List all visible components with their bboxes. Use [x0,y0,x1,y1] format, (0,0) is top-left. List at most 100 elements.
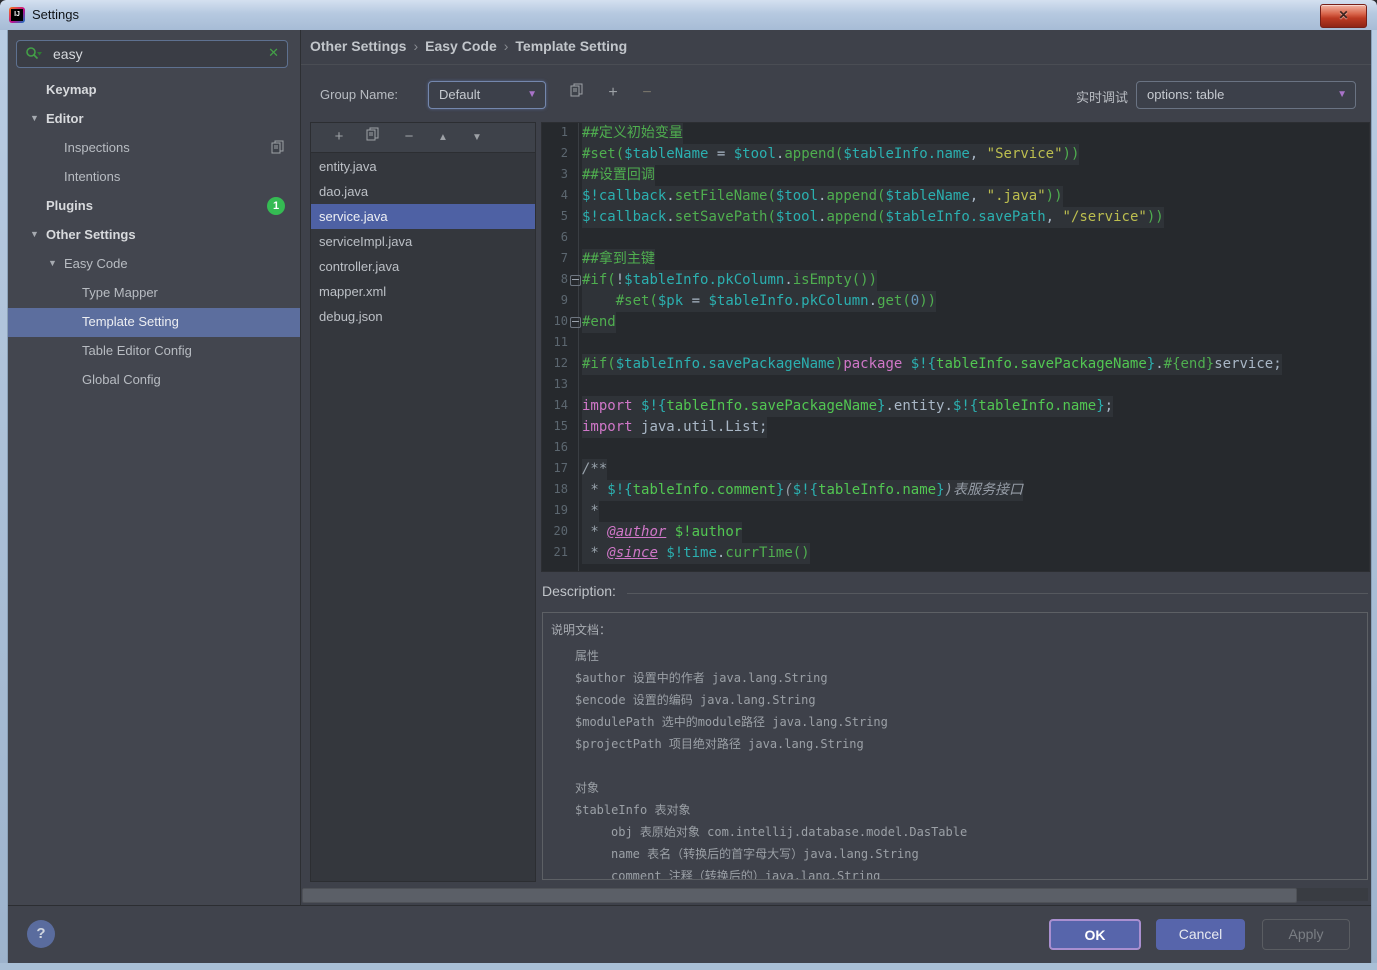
debug-target-select[interactable]: options: table ▼ [1136,81,1356,109]
line-number: 14 [553,398,568,412]
help-button[interactable]: ? [27,920,55,948]
code-line[interactable]: 16 [542,438,1369,459]
move-up-icon[interactable]: ▲ [431,126,455,148]
code-line[interactable]: 12 #if($tableInfo.savePackageName)package… [542,354,1369,375]
horizontal-scrollbar-thumb[interactable] [302,888,1297,903]
remove-template-icon[interactable]: − [397,126,421,148]
settings-search-box[interactable]: ✕ [16,40,288,68]
description-line: 说明文档： [551,623,612,637]
breadcrumb-item-easy-code[interactable]: Easy Code [425,38,497,54]
template-item-service-java[interactable]: service.java [311,204,535,229]
code-line[interactable]: 3 ##设置回调 [542,165,1369,186]
code-line[interactable]: 17 /** [542,459,1369,480]
line-number: 21 [553,545,568,559]
code-line[interactable]: 4 $!callback.setFileName($tool.append($ta… [542,186,1369,207]
sidebar-item-label: Editor [46,111,84,126]
code-line[interactable]: 9 #set($pk = $tableInfo.pkColumn.get(0)) [542,291,1369,312]
title-bar[interactable]: IJ Settings ✕ [0,0,1377,31]
sidebar-item-keymap[interactable]: Keymap [7,76,300,105]
sidebar-item-easy-code[interactable]: ▼ Easy Code [7,250,300,279]
close-button[interactable]: ✕ [1320,4,1367,28]
code-line[interactable]: 15 import java.util.List; [542,417,1369,438]
sidebar-item-label: Table Editor Config [82,343,192,358]
code-text: #end [582,312,616,333]
sidebar-item-label: Inspections [64,140,130,155]
line-number: 13 [553,377,568,391]
expand-arrow-icon[interactable]: ▼ [30,229,39,239]
search-input[interactable] [51,42,255,66]
code-line[interactable]: 21 * @since $!time.currTime() [542,543,1369,564]
line-number: 20 [553,524,568,538]
sidebar-item-type-mapper[interactable]: Type Mapper [7,279,300,308]
add-template-icon[interactable]: + [327,126,351,148]
chevron-down-icon: ▼ [527,89,537,100]
code-text: #set($pk = $tableInfo.pkColumn.get(0)) [582,291,937,312]
add-group-icon[interactable]: + [602,82,624,104]
fold-marker-icon[interactable] [570,275,581,286]
ok-button[interactable]: OK [1049,919,1141,950]
description-line: $encode 设置的编码 java.lang.String [575,693,816,707]
sidebar-item-label: Easy Code [64,256,128,271]
sidebar-item-global-config[interactable]: Global Config [7,366,300,395]
template-code-editor[interactable]: 1 ##定义初始变量 2 #set($tableName = $tool.append… [541,122,1370,572]
breadcrumb-separator: › [503,38,509,54]
window-border-bottom [0,963,1377,970]
code-line[interactable]: 2 #set($tableName = $tool.append($tableIn… [542,144,1369,165]
sidebar-item-template-setting[interactable]: Template Setting [7,308,300,337]
template-item-mapper-xml[interactable]: mapper.xml [311,279,535,304]
sidebar-item-table-editor-config[interactable]: Table Editor Config [7,337,300,366]
description-line: $tableInfo 表对象 [575,803,691,817]
code-line[interactable]: 8 #if(!$tableInfo.pkColumn.isEmpty()) [542,270,1369,291]
cancel-button[interactable]: Cancel [1156,919,1245,950]
code-line[interactable]: 14 import $!{tableInfo.savePackageName}.e… [542,396,1369,417]
code-line[interactable]: 11 [542,333,1369,354]
horizontal-scrollbar [302,888,1368,903]
code-line[interactable]: 18 * $!{tableInfo.comment}($!{tableInfo.… [542,480,1369,501]
line-number: 19 [553,503,568,517]
expand-arrow-icon[interactable]: ▼ [30,113,39,123]
sidebar-item-editor[interactable]: ▼ Editor [7,105,300,134]
remove-group-icon[interactable]: − [636,82,658,104]
window-border-right [1371,30,1377,970]
line-number: 18 [553,482,568,496]
code-line[interactable]: 6 [542,228,1369,249]
line-number: 5 [560,209,568,223]
sidebar-item-intentions[interactable]: Intentions [7,163,300,192]
search-icon[interactable] [25,46,43,62]
apply-button[interactable]: Apply [1262,919,1350,950]
code-line[interactable]: 20 * @author $!author [542,522,1369,543]
sidebar-item-plugins[interactable]: Plugins 1 [7,192,300,221]
template-item-entity-java[interactable]: entity.java [311,154,535,179]
copy-group-icon[interactable] [566,82,588,104]
template-item-controller-java[interactable]: controller.java [311,254,535,279]
copy-template-icon[interactable] [361,126,385,148]
copy-icon [271,140,285,157]
sidebar-item-other-settings[interactable]: ▼ Other Settings [7,221,300,250]
move-down-icon[interactable]: ▼ [465,126,489,148]
template-item-dao-java[interactable]: dao.java [311,179,535,204]
expand-arrow-icon[interactable]: ▼ [48,258,57,268]
template-item-serviceimpl-java[interactable]: serviceImpl.java [311,229,535,254]
template-item-debug-json[interactable]: debug.json [311,304,535,329]
code-line[interactable]: 5 $!callback.setSavePath($tool.append($ta… [542,207,1369,228]
code-line[interactable]: 1 ##定义初始变量 [542,123,1369,144]
description-divider [627,593,1368,594]
sidebar-item-inspections[interactable]: Inspections [7,134,300,163]
breadcrumb-item-other-settings[interactable]: Other Settings [310,38,406,54]
code-line[interactable]: 10 #end [542,312,1369,333]
description-label: Description: [542,583,616,599]
code-text: $!callback.setFileName($tool.append($tab… [582,186,1063,207]
breadcrumb-item-template-setting[interactable]: Template Setting [515,38,627,54]
clear-search-icon[interactable]: ✕ [268,45,279,61]
template-list-toolbar: + − ▲ ▼ [311,123,535,153]
group-name-select[interactable]: Default ▼ [428,81,546,109]
group-name-label: Group Name: [320,87,399,102]
fold-marker-icon[interactable] [570,317,581,328]
code-line[interactable]: 19 * [542,501,1369,522]
description-line: $author 设置中的作者 java.lang.String [575,671,828,685]
code-line[interactable]: 7 ##拿到主键 [542,249,1369,270]
sidebar-item-label: Global Config [82,372,161,387]
window-border-left [0,30,8,970]
code-line[interactable]: 13 [542,375,1369,396]
sidebar-item-label: Plugins [46,198,93,213]
